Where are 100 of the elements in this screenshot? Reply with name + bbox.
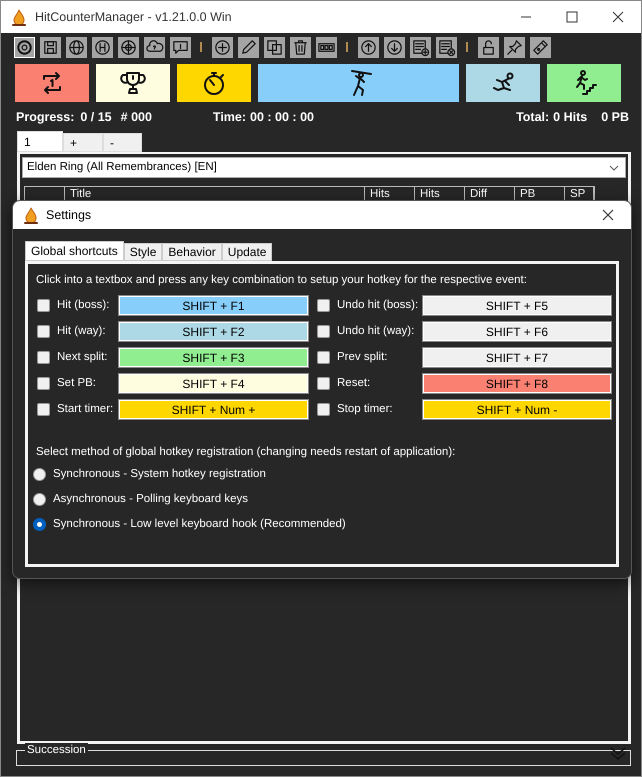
list-remove-button[interactable] [436, 36, 457, 58]
settings-tab[interactable]: Update [222, 243, 272, 261]
cloud-button[interactable] [144, 36, 165, 58]
hotkey-field[interactable]: SHIFT + F3 [119, 348, 308, 368]
checkbox[interactable] [317, 377, 330, 390]
settings-tab[interactable]: Behavior [162, 243, 222, 261]
profile-tab[interactable]: - [103, 133, 142, 152]
pencil-button[interactable] [238, 36, 259, 58]
arrow-up-button[interactable] [358, 36, 379, 58]
double-chevron-down-icon[interactable] [610, 747, 626, 761]
action-button[interactable] [177, 64, 251, 102]
checkbox[interactable] [317, 403, 330, 416]
shortcut-label: Prev split: [337, 350, 388, 366]
hotkey-field[interactable]: SHIFT + Num - [423, 400, 611, 420]
checkbox[interactable] [317, 299, 330, 312]
progress-value: 0 / 15 [80, 108, 112, 126]
flashlight-button[interactable] [530, 36, 551, 58]
crosshair-button[interactable] [118, 36, 139, 58]
hotkey-field[interactable]: SHIFT + F8 [423, 374, 611, 394]
profile-dropdown[interactable]: Elden Ring (All Remembrances) [EN] [22, 157, 626, 178]
shortcut-label: Undo hit (way): [337, 324, 416, 340]
flame-icon [23, 206, 39, 224]
globe-icon [67, 38, 86, 56]
progress-label: Progress: [16, 108, 74, 126]
trash-icon [291, 38, 310, 56]
hotkey-field[interactable]: SHIFT + F5 [423, 296, 611, 316]
maximize-icon [565, 11, 579, 23]
globe-button[interactable] [66, 36, 87, 58]
save-button[interactable] [40, 36, 61, 58]
pencil-icon [239, 38, 258, 56]
pin-button[interactable] [504, 36, 525, 58]
list-add-icon [411, 38, 430, 56]
settings-icon [15, 38, 34, 56]
time-value: 00 : 00 : 00 [250, 108, 314, 126]
instruction-text: Click into a textbox and press any key combination to setup your hotkey for the respective event: [36, 273, 528, 288]
checkbox[interactable] [37, 299, 50, 312]
checkbox[interactable] [37, 377, 50, 390]
checkbox[interactable] [37, 351, 50, 364]
shortcut-label: Stop timer: [337, 402, 394, 418]
close-icon [601, 209, 615, 221]
arrow-down-button[interactable] [384, 36, 405, 58]
close-icon [611, 11, 625, 23]
action-button[interactable] [15, 64, 89, 102]
circle-button[interactable] [92, 36, 113, 58]
total-label: Total: [516, 108, 550, 126]
time-label: Time: [212, 108, 246, 126]
attempt-counter: # 000 [120, 108, 152, 126]
checkbox[interactable] [37, 325, 50, 338]
shortcut-label: Start timer: [57, 402, 114, 418]
copy-button[interactable] [264, 36, 285, 58]
hotkey-field[interactable]: SHIFT + F2 [119, 322, 308, 342]
hotkey-field[interactable]: SHIFT + Num + [119, 400, 308, 420]
flashlight-icon [531, 38, 550, 56]
shortcut-label: Next split: [57, 350, 108, 366]
speech-bubble-button[interactable] [170, 36, 191, 58]
checkbox[interactable] [317, 351, 330, 364]
checkbox[interactable] [317, 325, 330, 338]
action-button[interactable] [96, 64, 170, 102]
circle-icon [93, 38, 112, 56]
profile-tab[interactable]: + [63, 133, 103, 152]
radio-button[interactable] [33, 518, 46, 532]
shortcut-label: Hit (boss): [57, 298, 110, 314]
shortcut-label: Undo hit (boss): [337, 298, 420, 314]
add-icon [213, 38, 232, 56]
hits-total: 0 Hits [553, 108, 588, 126]
window-title: HitCounterManager - v1.21.0.0 Win [35, 8, 232, 26]
arrow-down-icon [385, 38, 404, 56]
padlock-button[interactable] [478, 36, 499, 58]
radio-button[interactable] [33, 468, 46, 481]
action-button[interactable] [547, 64, 621, 102]
profile-tab[interactable]: 1 [17, 131, 63, 152]
add-button[interactable] [212, 36, 233, 58]
radio-label[interactable]: Asynchronous - Polling keyboard keys [53, 490, 248, 508]
shortcut-label: Set PB: [57, 376, 97, 392]
trash-button[interactable] [290, 36, 311, 58]
counter-button[interactable] [316, 36, 337, 58]
radio-label[interactable]: Synchronous - Low level keyboard hook (Recommended) [53, 516, 346, 534]
arrow-up-icon [359, 38, 378, 56]
hotkey-field[interactable]: SHIFT + F7 [423, 348, 611, 368]
pin-icon [505, 38, 524, 56]
list-remove-icon [437, 38, 456, 56]
prompt-text: Select method of global hotkey registration (changing needs restart of application): [36, 445, 456, 460]
settings-button[interactable] [14, 36, 35, 58]
flame-icon [11, 8, 27, 26]
action-button[interactable] [466, 64, 540, 102]
checkbox[interactable] [37, 403, 50, 416]
shortcut-label: Hit (way): [57, 324, 107, 340]
list-add-button[interactable] [410, 36, 431, 58]
hotkey-field[interactable]: SHIFT + F6 [423, 322, 611, 342]
radio-label[interactable]: Synchronous - System hotkey registration [53, 466, 266, 483]
pb-total: 0 PB [601, 108, 629, 126]
shortcut-label: Reset: [337, 376, 372, 392]
radio-button[interactable] [33, 492, 46, 506]
settings-tab[interactable]: Global shortcuts [25, 241, 124, 261]
hotkey-field[interactable]: SHIFT + F4 [119, 374, 308, 394]
hotkey-field[interactable]: SHIFT + F1 [119, 296, 308, 316]
chevron-down-icon [609, 164, 619, 170]
copy-icon [265, 38, 284, 56]
crosshair-icon [119, 38, 138, 56]
settings-tab[interactable]: Style [124, 243, 162, 261]
